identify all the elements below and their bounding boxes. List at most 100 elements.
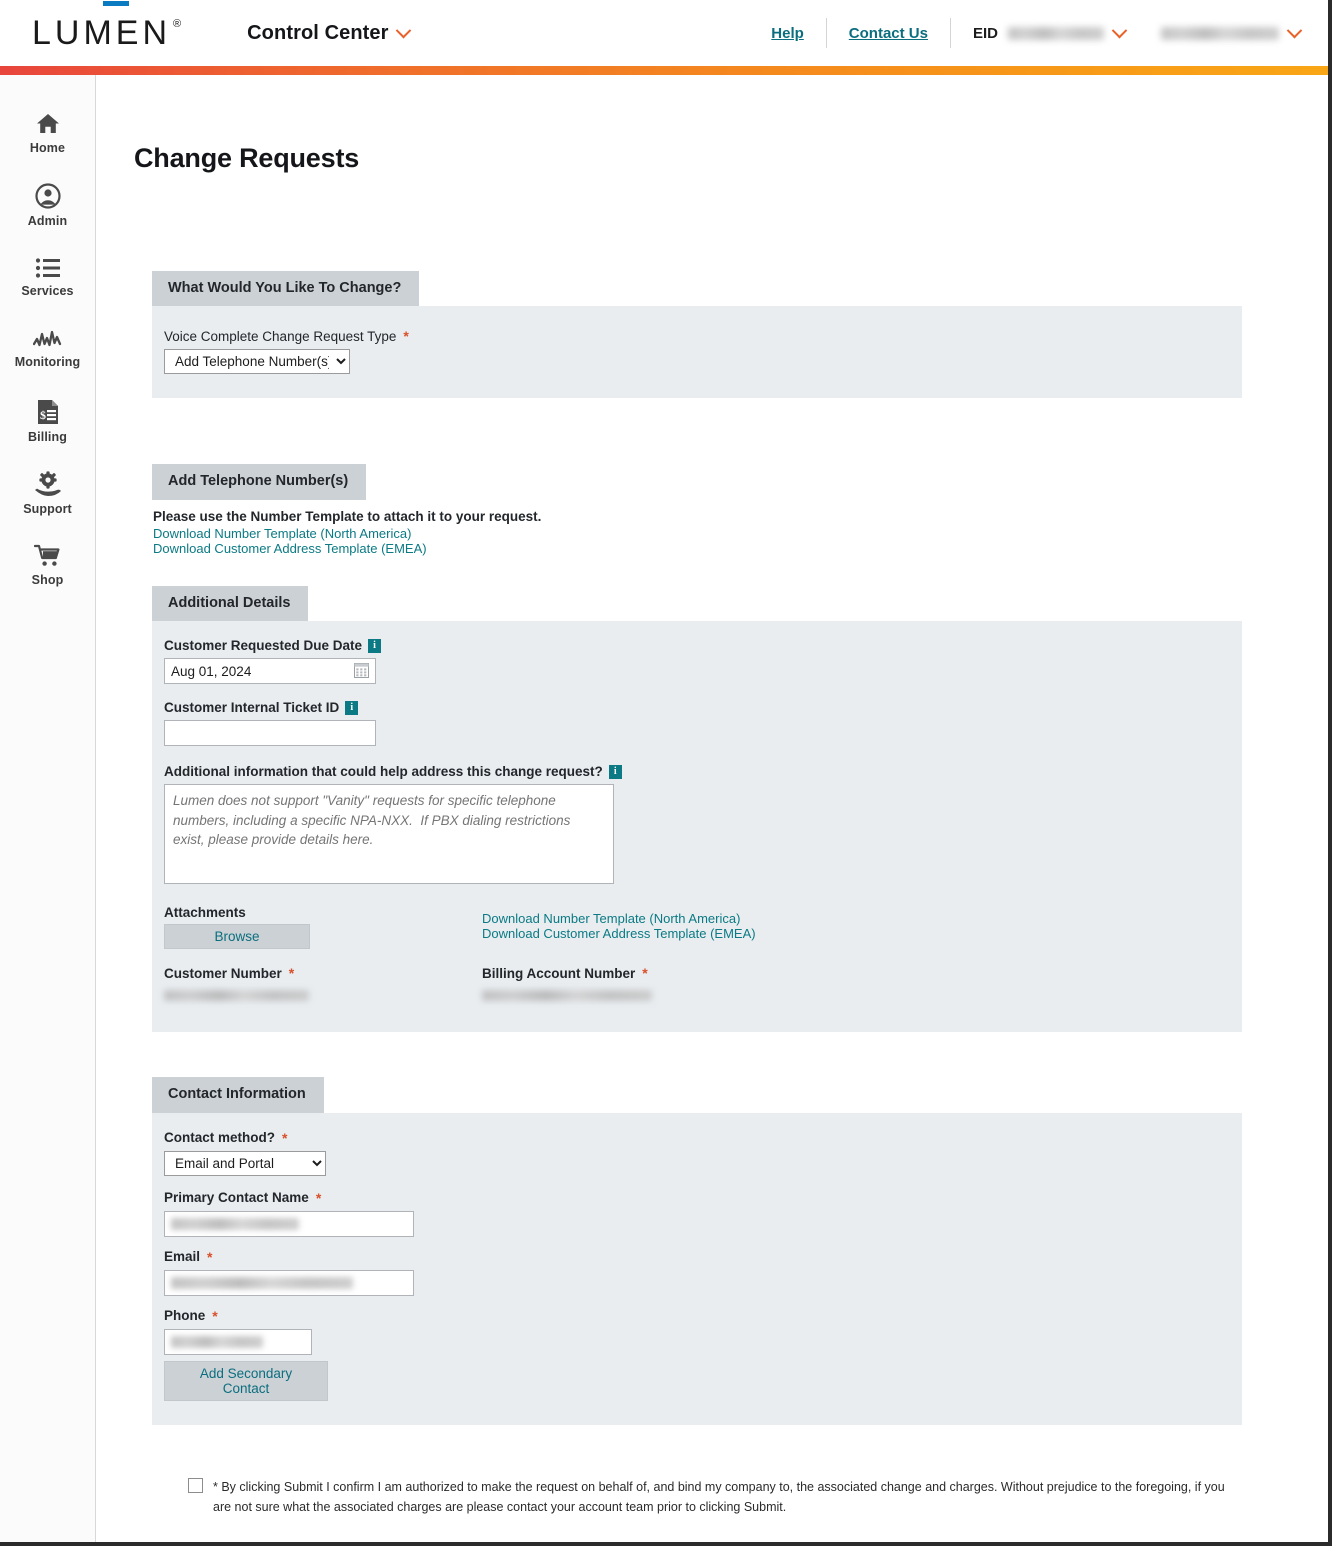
app-switcher[interactable]: Control Center: [247, 22, 411, 45]
brand-accent-bar: [0, 66, 1332, 75]
due-date-field-wrap: [164, 658, 376, 685]
contact-method-label: Contact method?: [164, 1130, 275, 1146]
additional-info-textarea[interactable]: [164, 784, 614, 885]
due-date-input[interactable]: [164, 658, 376, 685]
billing-account-col: Billing Account Number *: [482, 965, 652, 1006]
attachments-row: Attachments Browse Download Number Templ…: [164, 905, 1220, 950]
activity-icon: [32, 330, 63, 350]
section-add-telephone-tab: Add Telephone Number(s): [152, 464, 367, 500]
consent-row: * By clicking Submit I confirm I am auth…: [188, 1477, 1332, 1518]
calendar-icon[interactable]: [354, 663, 369, 679]
top-header: LUMEN ® Control Center Help Contact Us E…: [0, 0, 1332, 66]
eid-value-redacted: [1008, 26, 1104, 40]
template-note: Please use the Number Template to attach…: [153, 508, 542, 524]
contact-us-link[interactable]: Contact Us: [827, 25, 950, 42]
page-title: Change Requests: [134, 143, 360, 173]
sidebar-label-monitoring: Monitoring: [14, 354, 81, 369]
section-add-telephone: Add Telephone Number(s) Please use the N…: [152, 464, 1242, 556]
attachments-label: Attachments: [164, 905, 246, 921]
chevron-down-icon: [1286, 22, 1303, 38]
lumen-logo[interactable]: LUMEN ®: [32, 1, 181, 52]
section-additional-details-body: Customer Requested Due Date i Aug 01, 20…: [152, 621, 1242, 1033]
list-icon: [35, 257, 61, 279]
phone-label-row: Phone *: [164, 1308, 1220, 1324]
customer-number-label: Customer Number: [164, 965, 282, 981]
sidebar-item-support[interactable]: Support: [0, 457, 95, 529]
section-what-to-change: What Would You Like To Change? Voice Com…: [152, 271, 1242, 399]
required-marker: *: [207, 1248, 213, 1265]
section-additional-details: Additional Details Customer Requested Du…: [152, 585, 1242, 1033]
primary-name-label: Primary Contact Name: [164, 1190, 309, 1206]
billing-account-label: Billing Account Number: [482, 965, 636, 981]
sidebar-label-admin: Admin: [27, 213, 68, 228]
sidebar-item-billing[interactable]: $ Billing: [0, 385, 95, 457]
logo-wordmark: LUMEN: [32, 14, 172, 52]
customer-number-col: Customer Number *: [164, 965, 482, 1006]
required-marker: *: [642, 965, 648, 982]
account-selector[interactable]: [1141, 22, 1310, 40]
phone-label: Phone: [164, 1308, 206, 1324]
additional-info-label: Additional information that could help a…: [164, 764, 603, 780]
request-type-label-row: Voice Complete Change Request Type *: [164, 328, 1220, 344]
required-marker: *: [403, 328, 409, 345]
email-value-redacted: [171, 1276, 353, 1289]
home-icon: [35, 112, 61, 136]
help-link[interactable]: Help: [749, 25, 826, 42]
info-icon[interactable]: i: [368, 638, 382, 653]
billing-account-value-redacted: [482, 990, 652, 1002]
download-number-template-na-link[interactable]: Download Number Template (North America): [153, 526, 1242, 541]
sidebar-item-admin[interactable]: Admin: [0, 169, 95, 241]
customer-number-value-redacted: [164, 990, 309, 1002]
sidebar-label-support: Support: [23, 501, 72, 516]
page-body: Home Admin Services Monitoring $ Billing…: [0, 75, 1332, 1546]
download-customer-address-template-emea-link[interactable]: Download Customer Address Template (EMEA…: [482, 926, 756, 941]
sidebar-item-shop[interactable]: Shop: [0, 529, 95, 601]
contact-method-label-row: Contact method? *: [164, 1130, 1220, 1146]
header-actions: Help Contact Us EID: [749, 13, 1310, 53]
sidebar-label-home: Home: [29, 140, 66, 155]
chevron-down-icon: [395, 22, 411, 38]
svg-text:$: $: [40, 408, 46, 422]
main-content: Change Requests What Would You Like To C…: [96, 75, 1332, 1546]
phone-field-wrap: [164, 1328, 312, 1355]
due-date-label: Customer Requested Due Date: [164, 638, 363, 654]
request-type-select[interactable]: Add Telephone Number(s): [164, 349, 350, 375]
download-number-template-na-link[interactable]: Download Number Template (North America): [482, 911, 756, 926]
email-label: Email: [164, 1249, 201, 1265]
info-icon[interactable]: i: [608, 764, 622, 779]
due-date-label-row: Customer Requested Due Date i: [164, 638, 1220, 653]
sidebar-label-billing: Billing: [28, 429, 67, 444]
section-add-telephone-body: Please use the Number Template to attach…: [152, 500, 1242, 556]
section-contact-information: Contact Information Contact method? * Em…: [152, 1077, 1242, 1425]
contact-method-select[interactable]: Email and Portal: [164, 1150, 326, 1176]
browse-button[interactable]: Browse: [164, 924, 310, 950]
phone-value-redacted: [171, 1335, 263, 1348]
primary-name-label-row: Primary Contact Name *: [164, 1190, 1220, 1206]
section-what-to-change-tab: What Would You Like To Change?: [152, 271, 420, 307]
section-contact-information-body: Contact method? * Email and Portal Prima…: [152, 1112, 1242, 1425]
sidebar-item-monitoring[interactable]: Monitoring: [0, 313, 95, 385]
sidebar-item-services[interactable]: Services: [0, 241, 95, 313]
email-field-wrap: [164, 1269, 414, 1296]
download-customer-address-template-emea-link[interactable]: Download Customer Address Template (EMEA…: [153, 541, 1242, 556]
consent-checkbox[interactable]: [188, 1477, 203, 1493]
primary-name-value-redacted: [171, 1217, 299, 1230]
info-icon[interactable]: i: [345, 700, 359, 715]
cart-icon: [33, 544, 62, 568]
section-additional-details-tab: Additional Details: [152, 585, 309, 622]
section-contact-information-tab: Contact Information: [152, 1077, 324, 1113]
user-circle-icon: [34, 182, 61, 209]
required-marker: *: [288, 965, 295, 982]
eid-selector[interactable]: EID: [951, 22, 1141, 42]
add-secondary-contact-button[interactable]: Add Secondary Contact: [164, 1360, 328, 1401]
account-name-redacted: [1161, 26, 1279, 40]
account-identifiers-row: Customer Number * Billing Account Number…: [164, 965, 1220, 1006]
billing-account-label-row: Billing Account Number *: [482, 965, 652, 981]
main-sidebar: Home Admin Services Monitoring $ Billing…: [0, 75, 96, 1546]
section-what-to-change-body: Voice Complete Change Request Type * Add…: [152, 306, 1242, 399]
ticket-id-input[interactable]: [164, 720, 376, 747]
additional-info-label-row: Additional information that could help a…: [164, 764, 1220, 779]
sidebar-label-services: Services: [21, 283, 74, 298]
sidebar-item-home[interactable]: Home: [0, 97, 95, 169]
customer-number-label-row: Customer Number *: [164, 965, 482, 981]
